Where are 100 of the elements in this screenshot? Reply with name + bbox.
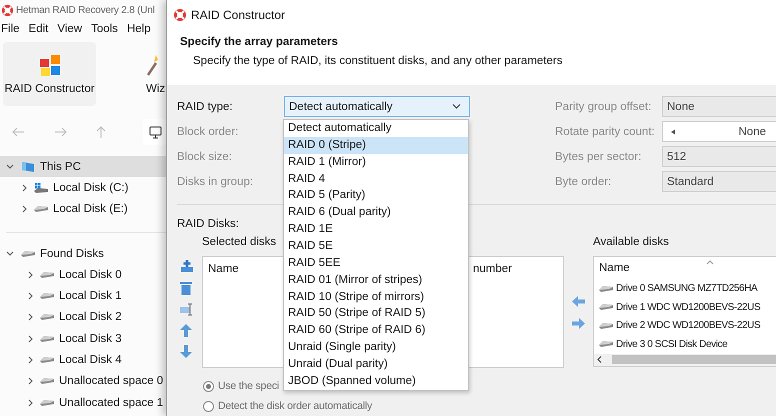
tree-item-label: Local Disk 3 (59, 332, 122, 345)
chevron-right-icon[interactable] (28, 398, 33, 407)
chevron-right-icon[interactable] (28, 334, 33, 343)
monitor-icon (148, 126, 162, 138)
disk-list-item[interactable]: Drive 3 0 SCSI Disk Device (594, 335, 776, 354)
move-down-icon[interactable] (180, 345, 192, 358)
tree-item[interactable]: Found Disks (0, 242, 172, 264)
move-up-icon[interactable] (180, 324, 192, 337)
field-label: Block size: (177, 150, 233, 162)
field-label: Byte order: (555, 176, 612, 188)
dropdown-option[interactable]: JBOD (Spanned volume) (284, 372, 468, 390)
menu-item[interactable]: Edit (28, 23, 48, 35)
dropdown-option[interactable]: Detect automatically (284, 120, 468, 137)
column-header[interactable]: Name (594, 262, 630, 274)
dropdown-option[interactable]: RAID 60 (Stripe of RAID 6) (284, 322, 468, 340)
computer-icon (21, 160, 35, 173)
puzzle-icon (38, 53, 62, 77)
section-label: RAID Disks: (177, 218, 239, 232)
menu-item[interactable]: Help (126, 23, 151, 35)
toolbar-button[interactable]: RAID Constructor (3, 42, 96, 106)
sort-caret-icon (706, 260, 714, 265)
radio-button[interactable] (203, 400, 214, 412)
view-button[interactable] (143, 119, 167, 145)
decrement-icon[interactable] (669, 128, 677, 134)
tree-item-label: Local Disk (C:) (53, 182, 128, 194)
tree-item-label: Local Disk 1 (59, 290, 122, 302)
dropdown-option[interactable]: RAID 1E (284, 221, 468, 238)
field-label: Parity group offset: (555, 100, 652, 112)
dropdown-option[interactable]: RAID 5E (284, 238, 468, 255)
disk-drive-icon (599, 322, 613, 330)
lifebuoy-icon (173, 8, 187, 22)
tree-item[interactable]: Local Disk (C:) (0, 177, 172, 199)
dropdown-option[interactable]: RAID 5EE (284, 254, 468, 272)
disk-drive-icon (40, 292, 54, 300)
dropdown-option[interactable]: RAID 5 (Parity) (284, 187, 468, 204)
system-disk-icon (34, 182, 48, 194)
chevron-right-icon[interactable] (28, 292, 33, 300)
rename-icon[interactable] (180, 303, 194, 316)
dropdown-option[interactable]: RAID 50 (Stripe of RAID 5) (284, 305, 468, 322)
field-label: Rotate parity count: (555, 126, 656, 138)
chevron-right-icon[interactable] (22, 205, 27, 214)
tree-item[interactable]: Local Disk 3 (6, 328, 172, 350)
tree-item-label: Local Disk 0 (59, 268, 122, 281)
tree-item-label: Found Disks (40, 248, 104, 260)
radio-label: Use the speci (218, 380, 280, 392)
menu-item[interactable]: File (1, 23, 20, 35)
disk-drive-icon (40, 398, 54, 407)
dropdown-option[interactable]: RAID 01 (Mirror of stripes) (284, 272, 468, 289)
dropdown-option[interactable]: RAID 6 (Dual parity) (284, 204, 468, 222)
chevron-down-icon[interactable] (6, 251, 14, 256)
tree-item-label: Unallocated space 0 (59, 375, 164, 388)
disk-name: Drive 0 SAMSUNG MZ7TD256HA (616, 283, 758, 294)
disk-drive-icon (40, 313, 54, 322)
dropdown-option[interactable]: RAID 10 (Stripe of mirrors) (284, 288, 468, 306)
disk-list-item[interactable]: Drive 2 WDC WD1200BEVS-22US (594, 316, 776, 336)
tree-item[interactable]: Local Disk 4 (6, 349, 172, 371)
tree-item-label: Local Disk 4 (59, 354, 122, 366)
chevron-down-icon[interactable] (6, 164, 14, 170)
dropdown-option[interactable]: RAID 0 (Stripe) (284, 136, 468, 154)
tree-item-label: Unallocated space 1 (59, 396, 164, 409)
chevron-right-icon[interactable] (22, 184, 27, 192)
dropdown-option[interactable]: RAID 4 (284, 170, 468, 188)
column-header[interactable]: number (467, 263, 512, 275)
dialog-description: Specify the type of RAID, its constituent disks, and any other parameters (192, 54, 564, 67)
toolbar-button[interactable]: Wiz (146, 42, 166, 106)
disk-drive-icon (40, 334, 54, 343)
dropdown-option[interactable]: RAID 1 (Mirror) (284, 154, 468, 171)
chevron-right-icon[interactable] (28, 313, 33, 322)
list-label: Selected disks (202, 236, 276, 250)
horizontal-scrollbar[interactable] (594, 354, 776, 366)
menu-item[interactable]: Tools (91, 23, 118, 35)
dropdown-option[interactable]: Unraid (Dual parity) (284, 356, 468, 373)
radio-button[interactable] (203, 380, 214, 392)
tree-item[interactable]: Local Disk 1 (6, 285, 172, 307)
tree-item[interactable]: Unallocated space 0 (6, 370, 172, 392)
chevron-right-icon[interactable] (28, 377, 33, 386)
disk-drive-icon (21, 250, 35, 258)
tree-item[interactable]: Unallocated space 1 (6, 392, 172, 414)
disk-drive-icon (599, 340, 613, 348)
raid-type-dropdown[interactable]: Detect automatically (284, 96, 470, 117)
dialog-heading: Specify the array parameters (179, 36, 339, 50)
dropdown-option[interactable]: Unraid (Single parity) (284, 339, 468, 356)
tree-item[interactable]: Local Disk 2 (6, 306, 172, 328)
field-label: RAID type: (177, 100, 234, 112)
tree-item[interactable]: Local Disk 0 (6, 264, 172, 286)
chevron-right-icon[interactable] (28, 356, 33, 364)
menu-item[interactable]: View (57, 23, 82, 35)
trash-icon[interactable] (180, 281, 192, 295)
add-disk-icon[interactable] (180, 260, 194, 273)
field-label: Block order: (177, 126, 240, 138)
app-title: Hetman RAID Recovery 2.8 (Unl (16, 4, 155, 16)
disk-list-item[interactable]: Drive 1 WDC WD1200BEVS-22US (594, 298, 776, 317)
chevron-down-icon (452, 104, 461, 109)
chevron-left-icon[interactable] (597, 356, 602, 364)
chevron-right-icon[interactable] (28, 270, 33, 279)
disk-list-item[interactable]: Drive 0 SAMSUNG MZ7TD256HA (594, 280, 776, 298)
disk-drive-icon (599, 284, 613, 293)
tree-item[interactable]: Local Disk (E:) (0, 198, 172, 220)
wand-icon (146, 53, 160, 77)
dialog-title: RAID Constructor (191, 8, 286, 22)
